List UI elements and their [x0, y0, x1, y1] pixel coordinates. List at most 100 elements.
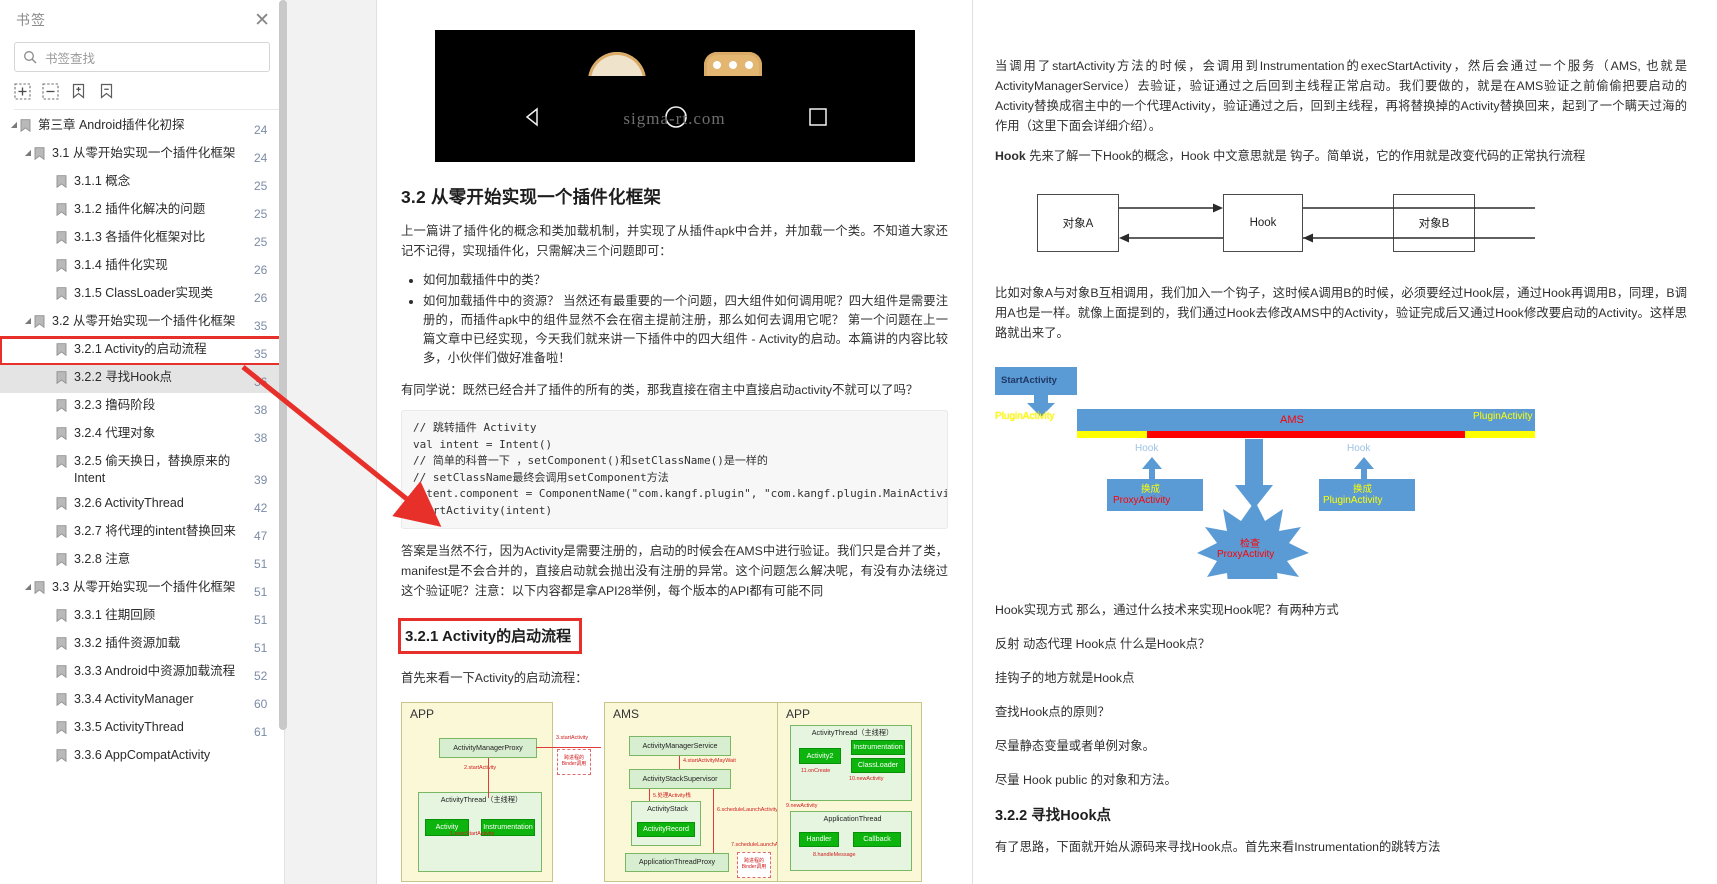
nav-back-icon	[522, 106, 544, 133]
bookmark-panel-title: 书签	[16, 12, 46, 28]
intro-bullet-list: 如何加载插件中的类？ 如何加载插件中的资源？ 当然还有最重要的一个问题，四大组件…	[401, 271, 948, 368]
bookmark-tree-item[interactable]: 3.2.4 代理对象 38	[0, 421, 284, 449]
diagram-node-activitystacksupervisor: ActivityStackSupervisor	[629, 769, 731, 789]
bookmark-tree-item[interactable]: 3.3.2 插件资源加载 51	[0, 631, 284, 659]
bookmark-item-label: 3.2.6 ActivityThread	[74, 496, 184, 510]
paragraph-startactivity-flow: 当调用了startActivity方法的时候，会调用到Instrumentati…	[995, 59, 1687, 133]
app-icon-1	[587, 52, 646, 76]
hook-note-line: Hook实现方式 那么，通过什么技术来实现Hook呢？有两种方式	[995, 603, 1339, 617]
diagram-edge-label-6: 6.scheduleLaunchActivity	[717, 807, 778, 813]
bookmark-tree-item[interactable]: 3.2.3 撸码阶段 38	[0, 393, 284, 421]
bookmark-tree-item[interactable]: 3.3.4 ActivityManager 60	[0, 687, 284, 715]
bookmark-tree-item[interactable]: 3.2.8 注意 51	[0, 547, 284, 575]
chevron-down-icon[interactable]: ◢	[8, 117, 20, 129]
diagram-node-instrumentation-2: Instrumentation	[851, 740, 905, 755]
bookmark-tree-item[interactable]: ◢ 3.1 从零开始实现一个插件化框架 24	[0, 141, 284, 169]
list-item: 如何加载插件中的资源？ 当然还有最重要的一个问题，四大组件如何调用呢？四大组件是…	[423, 292, 948, 368]
sa-swap-right-top-label: 换成	[1353, 484, 1373, 495]
sa-check-bottom-label: ProxyActivity	[1217, 549, 1275, 560]
sa-ams-label: AMS	[1280, 414, 1304, 426]
bookmark-tree-item[interactable]: 3.3.1 往期回顾 51	[0, 603, 284, 631]
bookmark-item-label: 3.3.6 AppCompatActivity	[74, 748, 211, 762]
vertical-scrollbar-thumb[interactable]	[279, 0, 287, 730]
bookmark-tree-item[interactable]: 3.1.5 ClassLoader实现类 26	[0, 281, 284, 309]
bookmark-tree-item[interactable]: 3.1.1 概念 25	[0, 169, 284, 197]
bookmark-icon	[56, 691, 69, 711]
paragraph-hook-explain: 比如对象A与对象B互相调用，我们加入一个钩子，这时候A调用B的时候，必须要经过H…	[995, 286, 1687, 340]
bookmark-tree-item[interactable]: 3.3.5 ActivityThread 61	[0, 715, 284, 743]
bookmark-item-label: 3.3.2 插件资源加载	[74, 636, 181, 650]
bookmark-item-label: 3.1.4 插件化实现	[74, 258, 168, 272]
diagram-edge-label-3: 3.startActivity	[556, 735, 589, 741]
bookmark-icon	[56, 397, 69, 417]
bookmark-item-label: 3.2.8 注意	[74, 552, 131, 566]
diagram-node-activity2: Activity2	[799, 748, 841, 764]
remove-bookmark-icon[interactable]	[98, 83, 115, 100]
diagram-connector	[536, 747, 601, 749]
bookmark-tree-item[interactable]: 3.3.6 AppCompatActivity	[0, 743, 284, 771]
diagram-edge-label-10: 10.newActivity	[849, 776, 884, 782]
section-heading-3-2-1: 3.2.1 Activity的启动流程	[397, 618, 583, 654]
bookmark-item-label: 3.2.1 Activity的启动流程	[74, 342, 207, 356]
hook-concept-diagram: 对象A Hook 对象B	[995, 188, 1687, 263]
bookmark-tree-item[interactable]: ◢ 第三章 Android插件化初探 24	[0, 113, 284, 141]
diagram-edge-label-2: 2.startActivity	[464, 765, 497, 771]
bookmark-tree-item[interactable]: 3.3.3 Android中资源加载流程 52	[0, 659, 284, 687]
bookmark-tree-item[interactable]: 3.2.5 偷天换日，替换原来的Intent 39	[0, 449, 284, 491]
collapse-all-icon[interactable]	[42, 83, 59, 100]
bookmark-tree[interactable]: ◢ 第三章 Android插件化初探 24 ◢ 3.1 从零开始实现一个插件化框架 24 3…	[0, 113, 284, 884]
close-icon[interactable]: ✕	[254, 11, 270, 30]
chevron-down-icon[interactable]: ◢	[22, 145, 34, 157]
bookmark-tree-item[interactable]: 3.1.2 插件化解决的问题 25	[0, 197, 284, 225]
bookmark-icon	[56, 229, 69, 249]
expand-all-icon[interactable]	[14, 83, 31, 100]
hook-notes-list: Hook实现方式 那么，通过什么技术来实现Hook呢？有两种方式 反射 动态代理…	[995, 600, 1687, 790]
bookmark-item-label: 3.2.5 偷天换日，替换原来的Intent	[74, 454, 231, 485]
page-scroll-rail[interactable]	[279, 0, 377, 884]
paragraph-intro: 上一篇讲了插件化的概念和类加载机制，并实现了从插件apk中合并，并加载一个类。不…	[401, 224, 948, 258]
bookmark-tree-item[interactable]: ◢ 3.2 从零开始实现一个插件化框架 35	[0, 309, 284, 337]
bookmark-tree-item[interactable]: 3.2.2 寻找Hook点 36	[0, 365, 284, 393]
bookmark-tree-item[interactable]: 3.1.3 各插件化框架对比 25	[0, 225, 284, 253]
bookmark-tree-item[interactable]: 3.2.7 将代理的intent替换回来 47	[0, 519, 284, 547]
bookmark-tree-item[interactable]: ◢ 3.3 从零开始实现一个插件化框架 51	[0, 575, 284, 603]
chevron-down-icon[interactable]: ◢	[22, 579, 34, 591]
bookmark-tree-item[interactable]: 3.2.6 ActivityThread 42	[0, 491, 284, 519]
bookmark-icon	[56, 257, 69, 277]
bookmark-icon	[34, 313, 47, 333]
diagram-node-activitymanagerproxy: ActivityManagerProxy	[439, 738, 537, 758]
bookmark-tree-item[interactable]: 3.2.1 Activity的启动流程 35	[0, 336, 284, 366]
paragraph-answer: 答案是当然不行，因为Activity是需要注册的，启动的时候会在AMS中进行验证…	[401, 544, 948, 598]
diagram-column-app-2: APP ActivityThread（主线程） Activity2 Instru…	[777, 702, 922, 882]
chevron-down-icon[interactable]: ◢	[22, 313, 34, 325]
bookmark-item-label: 3.2.3 撸码阶段	[74, 398, 156, 412]
bookmark-icon	[56, 719, 69, 739]
bookmark-search-input[interactable]: 书签查找	[14, 42, 270, 72]
bookmark-tree-item[interactable]: 3.1.4 插件化实现 26	[0, 253, 284, 281]
hook-note-line: 挂钩子的地方就是Hook点	[995, 671, 1135, 685]
add-bookmark-icon[interactable]	[70, 83, 87, 100]
diagram-node-activitymanagerservice: ActivityManagerService	[629, 736, 731, 756]
sa-check-top-label: 检查	[1240, 539, 1260, 550]
bookmark-icon	[56, 285, 69, 305]
sa-plugin-left-label: PluginActivity	[995, 411, 1055, 422]
bookmark-icon	[56, 607, 69, 627]
bookmark-item-label: 3.3.3 Android中资源加载流程	[74, 664, 236, 678]
diagram-group-title: ActivityThread（主线程）	[811, 728, 894, 737]
hook-keyword: Hook	[995, 149, 1026, 163]
bookmark-icon	[56, 453, 69, 473]
diagram-column-title: AMS	[613, 707, 640, 721]
document-page-left: sigma-rt.com 3.2 从零开始实现一个插件化框架 上一篇讲了插件化的…	[377, 0, 972, 884]
paragraph-flow-intro: 首先来看一下Activity的启动流程：	[401, 671, 588, 685]
diagram-node-callback: Callback	[853, 832, 901, 847]
bookmark-item-label: 3.3.1 往期回顾	[74, 608, 156, 622]
